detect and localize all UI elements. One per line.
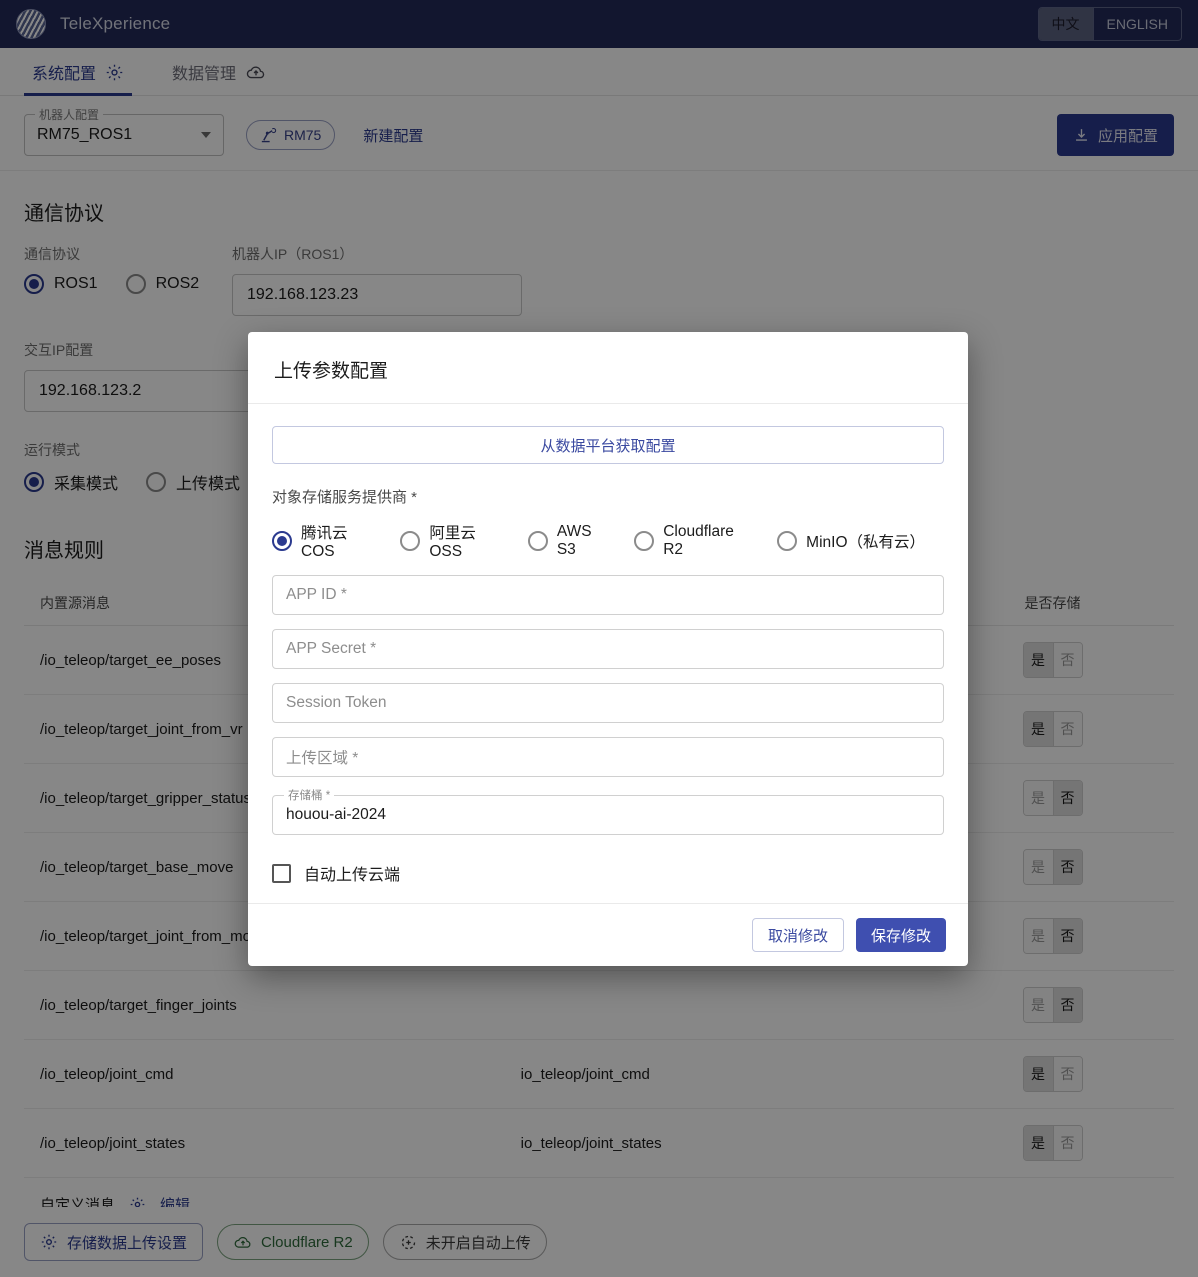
modal-field-3-text: 上传区域 *: [286, 750, 359, 767]
modal-field-1-text: APP Secret *: [286, 640, 377, 657]
provider-label-0: 腾讯云COS: [301, 525, 348, 560]
provider-label-4: MinIO（私有云）: [806, 534, 926, 551]
provider-option-3[interactable]: Cloudflare R2: [634, 523, 757, 559]
auto-upload-label: 自动上传云端: [304, 867, 401, 884]
modal-field-3[interactable]: 上传区域 *: [272, 737, 944, 777]
modal-field-1[interactable]: APP Secret *: [272, 629, 944, 669]
provider-radio-3[interactable]: [634, 531, 655, 551]
bucket-field[interactable]: 存储桶 * houou-ai-2024: [272, 787, 944, 835]
provider-option-1[interactable]: 阿里云OSS: [400, 521, 507, 561]
dialog-fields: APP ID * APP Secret * Session Token 上传区域 *: [272, 575, 944, 777]
provider-radio-4[interactable]: [777, 531, 798, 551]
modal-field-0[interactable]: APP ID *: [272, 575, 944, 615]
provider-radio-group: 腾讯云COS 阿里云OSS AWS S3 Cloudflare R2 MinIO（私有云…: [272, 521, 944, 561]
provider-option-0[interactable]: 腾讯云COS: [272, 521, 380, 561]
dialog-title: 上传参数配置: [248, 332, 968, 404]
dialog-body: 从数据平台获取配置 对象存储服务提供商 * 腾讯云COS 阿里云OSS AWS S3…: [248, 404, 968, 903]
upload-params-dialog: 上传参数配置 从数据平台获取配置 对象存储服务提供商 * 腾讯云COS 阿里云OS…: [248, 332, 968, 966]
provider-label-1: 阿里云OSS: [429, 525, 476, 560]
fetch-from-platform-button[interactable]: 从数据平台获取配置: [272, 426, 944, 464]
provider-label-2: AWS S3: [556, 523, 592, 558]
provider-group-label: 对象存储服务提供商 *: [272, 489, 418, 506]
cancel-button[interactable]: 取消修改: [751, 918, 844, 952]
provider-option-4[interactable]: MinIO（私有云）: [777, 530, 926, 552]
provider-radio-0[interactable]: [272, 531, 292, 551]
modal-field-2[interactable]: Session Token: [272, 683, 944, 723]
bucket-field-label: 存储桶 *: [284, 787, 335, 803]
provider-label-3: Cloudflare R2: [663, 523, 734, 558]
provider-radio-2[interactable]: [527, 531, 548, 551]
modal-field-2-text: Session Token: [286, 694, 387, 711]
save-button[interactable]: 保存修改: [855, 918, 946, 952]
dialog-footer: 取消修改 保存修改: [248, 903, 968, 966]
auto-upload-checkbox[interactable]: [272, 863, 291, 883]
screen-root: TeleXperience 中文 ENGLISH 系统配置 数据管理 机器人配置…: [0, 0, 1198, 1277]
bucket-field-value: houou-ai-2024: [286, 806, 386, 823]
provider-radio-1[interactable]: [400, 531, 421, 551]
modal-field-0-text: APP ID *: [286, 586, 347, 603]
auto-upload-row: 自动上传云端: [272, 861, 944, 885]
provider-option-2[interactable]: AWS S3: [527, 523, 614, 559]
